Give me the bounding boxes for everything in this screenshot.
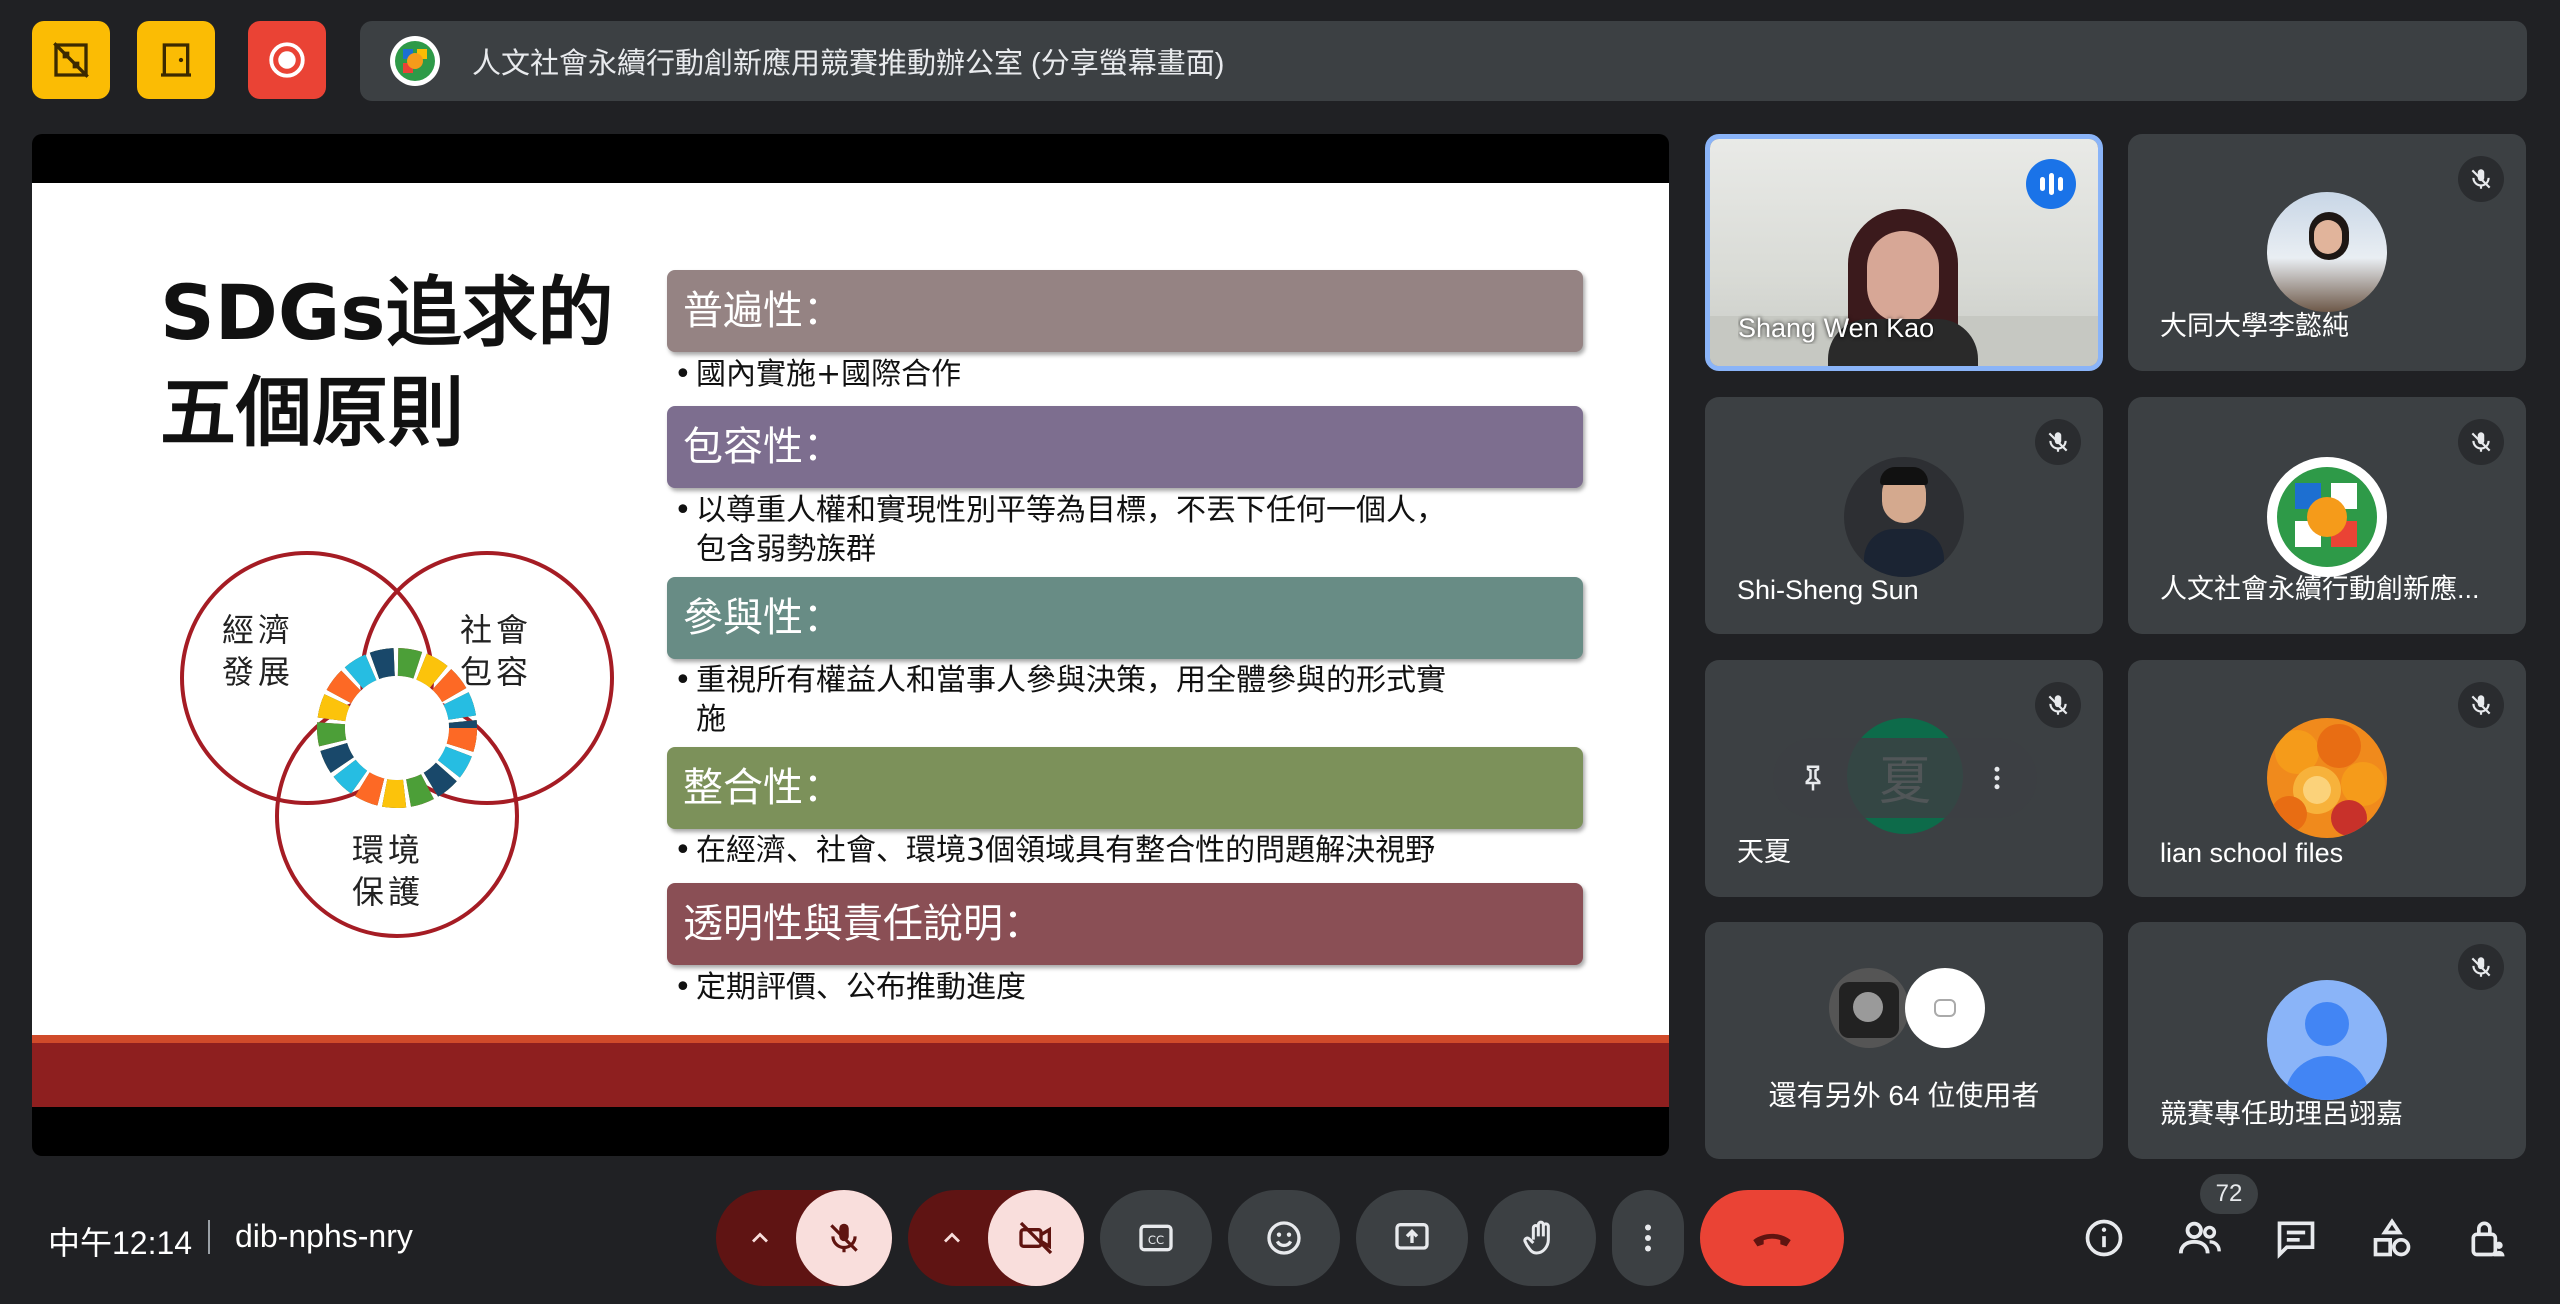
participant-name: 競賽專任助理呂翊嘉 xyxy=(2160,1099,2403,1129)
participant-tile-assistant[interactable]: 競賽專任助理呂翊嘉 xyxy=(2128,922,2526,1159)
leave-call-button[interactable] xyxy=(1700,1190,1844,1286)
sdg-wheel-icon xyxy=(317,648,477,808)
video-options-button[interactable] xyxy=(922,1210,982,1266)
emoji-icon xyxy=(1267,1221,1301,1255)
presenter-title: 人文社會永續行動創新應用競賽推動辦公室 (分享螢幕畫面) xyxy=(472,48,1225,80)
avatar xyxy=(2267,718,2387,838)
avatar xyxy=(1905,968,1985,1048)
principle-header-inclusiveness: 包容性： xyxy=(667,406,1583,488)
present-screen-button[interactable] xyxy=(1356,1190,1468,1286)
principle-body-participation: • 重視所有權益人和當事人參與決策，用全體參與的形式實施 xyxy=(674,663,1446,737)
info-icon xyxy=(2085,1219,2123,1257)
pin-icon xyxy=(1805,765,1821,791)
slide-title: SDGs追求的 五個原則 xyxy=(160,268,614,457)
venn-label-society: 社會 包容 xyxy=(460,611,533,691)
hide-tiles-button[interactable] xyxy=(32,21,110,99)
participant-name: lian school files xyxy=(2160,838,2344,868)
audio-options-button[interactable] xyxy=(730,1210,790,1266)
participant-name: Shang Wen Kao xyxy=(1738,313,1935,343)
chevron-up-icon xyxy=(752,1232,768,1243)
activities-button[interactable] xyxy=(2366,1212,2418,1264)
no-tiles-icon xyxy=(53,42,89,78)
shapes-icon xyxy=(2373,1218,2411,1257)
venn-label-economy: 經濟 發展 xyxy=(222,611,295,691)
presenter-logo-icon xyxy=(390,36,440,86)
participant-count-badge: 72 xyxy=(2200,1174,2258,1214)
participant-name: Shi-Sheng Sun xyxy=(1737,575,1919,605)
more-options-button[interactable] xyxy=(1612,1190,1684,1286)
meeting-details-button[interactable] xyxy=(2078,1212,2130,1264)
principle-body-universality: • 國內實施+國際合作 xyxy=(674,357,962,392)
mic-off-icon xyxy=(830,1223,858,1253)
clock: 中午12:14 xyxy=(48,1225,193,1261)
more-options-button[interactable] xyxy=(1971,752,2023,804)
avatar xyxy=(1829,968,1909,1048)
present-icon xyxy=(1395,1223,1429,1250)
mic-off-icon xyxy=(2458,156,2504,202)
participant-tile-tianxia[interactable]: 夏 天夏 xyxy=(1705,660,2103,897)
recording-button[interactable] xyxy=(248,21,326,99)
divider xyxy=(208,1220,210,1254)
participant-tile-shang-wen-kao[interactable]: Shang Wen Kao xyxy=(1705,134,2103,371)
principle-body-inclusiveness: • 以尊重人權和實現性別平等為目標，不丟下任何一個人， 包含弱勢族群 xyxy=(674,493,1446,567)
svg-text:CC: CC xyxy=(1148,1233,1164,1247)
chat-button[interactable] xyxy=(2270,1212,2322,1264)
emoji-reaction-button[interactable] xyxy=(1228,1190,1340,1286)
captions-button[interactable]: CC xyxy=(1100,1190,1212,1286)
door-icon xyxy=(161,43,191,77)
slide-footer-bar xyxy=(32,1043,1669,1107)
participant-name: 大同大學李懿純 xyxy=(2160,311,2349,341)
office-logo-icon xyxy=(2267,457,2387,577)
slide: SDGs追求的 五個原則 經濟 發展 社會 包容 環境 保護 普遍性： • 國內… xyxy=(32,183,1669,1107)
host-controls-button[interactable] xyxy=(2462,1212,2514,1264)
camera-off-icon xyxy=(1019,1221,1053,1255)
more-vert-icon xyxy=(1994,766,2000,790)
people-button[interactable] xyxy=(2174,1212,2226,1264)
principle-body-transparency: • 定期評價、公布推動進度 xyxy=(674,970,1026,1005)
leave-room-button[interactable] xyxy=(137,21,215,99)
people-icon xyxy=(2178,1221,2221,1254)
other-participants-tile[interactable]: 還有另外 64 位使用者 xyxy=(1705,922,2103,1159)
chat-icon xyxy=(2277,1221,2315,1259)
participant-tile-lian-school-files[interactable]: lian school files xyxy=(2128,660,2526,897)
mic-off-icon xyxy=(2035,682,2081,728)
default-avatar-icon xyxy=(2267,980,2387,1100)
lock-person-icon xyxy=(2471,1221,2505,1257)
mic-off-icon xyxy=(2035,419,2081,465)
pin-button[interactable] xyxy=(1787,752,1839,804)
chevron-up-icon xyxy=(944,1232,960,1243)
shared-screen: SDGs追求的 五個原則 經濟 發展 社會 包容 環境 保護 普遍性： • 國內… xyxy=(32,134,1669,1156)
hang-up-icon xyxy=(1753,1233,1791,1247)
presenter-banner: 人文社會永續行動創新應用競賽推動辦公室 (分享螢幕畫面) xyxy=(360,21,2527,101)
mic-off-icon xyxy=(2458,419,2504,465)
participant-tile-shi-sheng-sun[interactable]: Shi-Sheng Sun xyxy=(1705,397,2103,634)
principle-header-integration: 整合性： xyxy=(667,747,1583,829)
participant-tile-lee[interactable]: 大同大學李懿純 xyxy=(2128,134,2526,371)
slide-footer-stripe xyxy=(32,1035,1669,1043)
avatar xyxy=(1844,457,1964,577)
avatar xyxy=(2267,192,2387,312)
camera-toggle-button[interactable] xyxy=(988,1190,1084,1286)
speaking-indicator-icon xyxy=(2026,159,2076,209)
hand-icon xyxy=(1523,1220,1550,1255)
principle-header-transparency: 透明性與責任說明： xyxy=(667,883,1583,965)
participant-name: 人文社會永續行動創新應... xyxy=(2160,574,2480,604)
tile-hover-controls xyxy=(1773,738,2037,818)
mic-off-icon xyxy=(2458,944,2504,990)
principle-header-participation: 參與性： xyxy=(667,577,1583,659)
microphone-toggle-button[interactable] xyxy=(796,1190,892,1286)
others-count-label: 還有另外 64 位使用者 xyxy=(1768,1080,2040,1111)
principle-body-integration: • 在經濟、社會、環境3個領域具有整合性的問題解決視野 xyxy=(674,833,1436,868)
raise-hand-button[interactable] xyxy=(1484,1190,1596,1286)
captions-icon: CC xyxy=(1139,1224,1173,1252)
venn-label-environment: 環境 保護 xyxy=(352,831,425,911)
participant-name: 天夏 xyxy=(1737,837,1791,867)
mic-off-icon xyxy=(2458,682,2504,728)
meeting-code: dib-nphs-nry xyxy=(235,1218,413,1254)
more-vert-icon xyxy=(1645,1224,1651,1252)
principle-header-universality: 普遍性： xyxy=(667,270,1583,352)
record-icon xyxy=(269,42,305,78)
participant-tile-office[interactable]: 人文社會永續行動創新應... xyxy=(2128,397,2526,634)
